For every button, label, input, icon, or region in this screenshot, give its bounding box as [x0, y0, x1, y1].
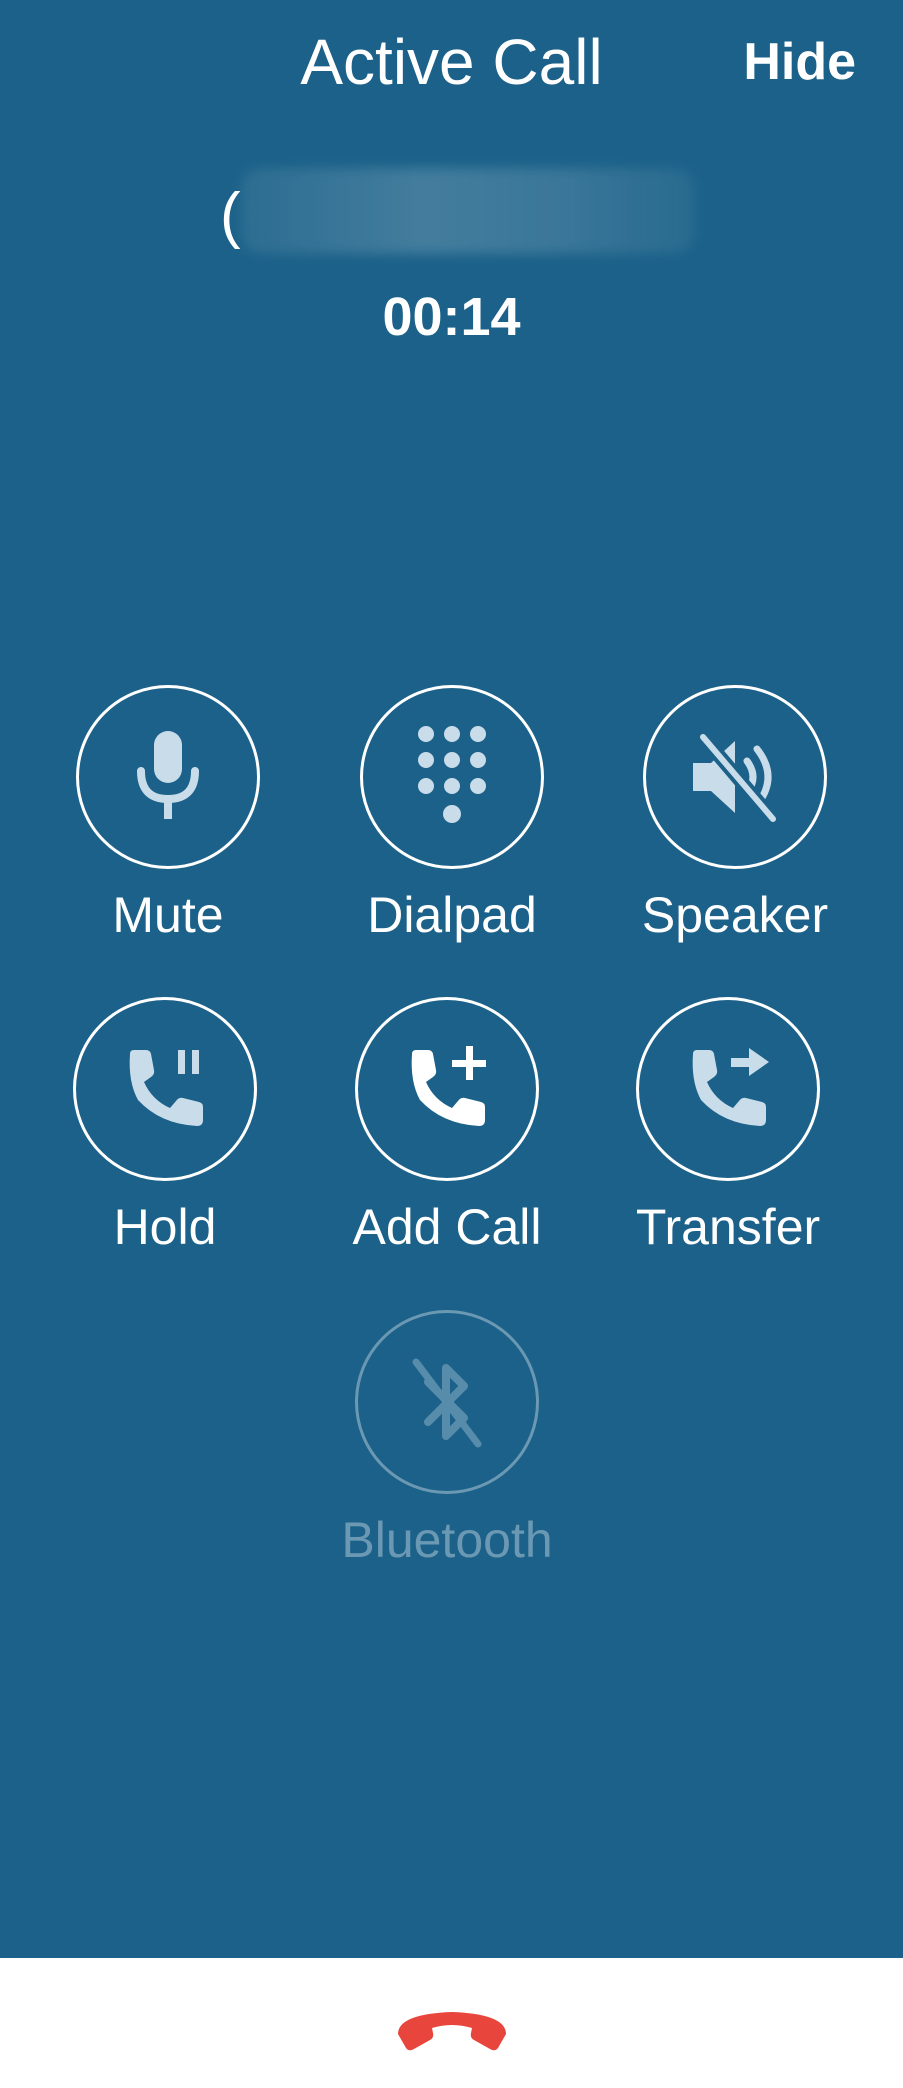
- microphone-icon: [137, 731, 199, 819]
- mute-button-ring: [76, 685, 260, 869]
- bluetooth-label: Bluetooth: [341, 1512, 553, 1568]
- redacted-number: [240, 168, 696, 254]
- bluetooth-button[interactable]: Bluetooth: [327, 1310, 567, 1570]
- transfer-button[interactable]: Transfer: [608, 997, 848, 1257]
- phone-pause-icon: [129, 1050, 203, 1126]
- end-call-bar: [0, 1958, 903, 2088]
- speaker-button-ring: [643, 685, 827, 869]
- hide-button[interactable]: Hide: [743, 30, 856, 94]
- caller-number-prefix: (: [220, 181, 241, 250]
- header: Active Call Hide: [0, 0, 903, 130]
- dialpad-button-ring: [360, 685, 544, 869]
- hold-label: Hold: [113, 1199, 217, 1255]
- speaker-label: Speaker: [641, 887, 829, 943]
- mute-label: Mute: [112, 887, 224, 943]
- end-call-icon: [398, 2012, 506, 2051]
- bluetooth-button-ring: [355, 1310, 539, 1494]
- end-call-button[interactable]: [390, 2000, 514, 2060]
- dialpad-button[interactable]: Dialpad: [332, 685, 572, 945]
- hold-button-ring: [73, 997, 257, 1181]
- add-call-button-ring: [355, 997, 539, 1181]
- transfer-label: Transfer: [635, 1199, 821, 1255]
- transfer-button-ring: [636, 997, 820, 1181]
- add-call-button[interactable]: Add Call: [327, 997, 567, 1257]
- speaker-button[interactable]: Speaker: [615, 685, 855, 945]
- mute-button[interactable]: Mute: [48, 685, 288, 945]
- dialpad-label: Dialpad: [367, 887, 537, 943]
- call-timer: 00:14: [382, 287, 521, 347]
- caller-number: (: [0, 168, 903, 258]
- bluetooth-off-icon: [412, 1358, 482, 1448]
- speaker-off-icon: [693, 732, 779, 824]
- phone-plus-icon: [411, 1046, 486, 1126]
- add-call-label: Add Call: [352, 1199, 542, 1255]
- dialpad-icon: [418, 726, 486, 823]
- phone-forward-icon: [692, 1048, 769, 1126]
- hold-button[interactable]: Hold: [45, 997, 285, 1257]
